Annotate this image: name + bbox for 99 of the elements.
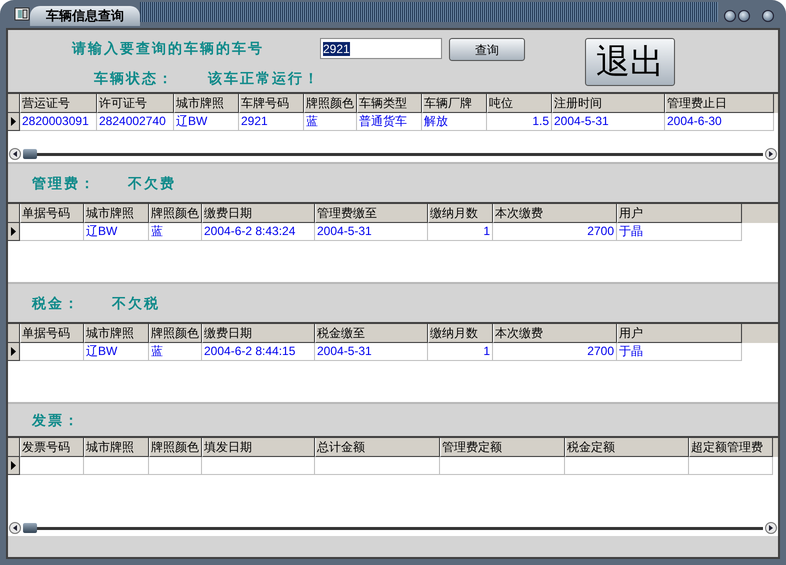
status-value: 该车正常运行！	[208, 69, 320, 88]
table-cell: 辽BW	[84, 343, 149, 361]
current-row-icon	[11, 227, 16, 236]
table-cell: 2004-5-31	[315, 223, 428, 241]
table-cell: 2004-5-31	[552, 113, 665, 131]
scroll-right-button[interactable]	[765, 522, 777, 534]
column-header[interactable]: 单据号码	[20, 204, 84, 223]
plate-number-field[interactable]: 2921	[320, 38, 442, 59]
column-header[interactable]: 管理费定额	[440, 438, 565, 457]
table-cell: 辽BW	[84, 223, 149, 241]
current-row-icon	[11, 347, 16, 356]
query-button[interactable]: 查询	[449, 38, 525, 61]
row-indicator[interactable]	[8, 113, 20, 131]
table-cell: 蓝	[149, 223, 202, 241]
close-button[interactable]	[762, 10, 774, 22]
minimize-button[interactable]	[724, 10, 736, 22]
scroll-thumb[interactable]	[23, 522, 37, 532]
column-header[interactable]: 本次缴费	[493, 324, 617, 343]
table-cell: 普通货车	[357, 113, 422, 131]
table-cell: 1	[428, 343, 493, 361]
current-row-icon	[11, 117, 16, 126]
table-cell	[20, 223, 84, 241]
column-header[interactable]: 牌照颜色	[304, 94, 357, 113]
column-header[interactable]: 吨位	[487, 94, 552, 113]
column-header[interactable]: 用户	[617, 204, 742, 223]
section-status: 不欠税	[112, 294, 160, 312]
column-header[interactable]: 缴纳月数	[428, 204, 493, 223]
column-header[interactable]: 营运证号	[20, 94, 97, 113]
status-label: 车辆状态：	[94, 69, 174, 88]
table-cell: 2004-5-31	[315, 343, 428, 361]
table-cell: 2700	[493, 343, 617, 361]
column-header[interactable]: 牌照颜色	[149, 438, 202, 457]
table-cell: 2700	[493, 223, 617, 241]
table-cell: 2004-6-30	[665, 113, 774, 131]
scroll-thumb[interactable]	[23, 148, 37, 158]
column-header[interactable]: 用户	[617, 324, 742, 343]
column-header[interactable]: 缴纳月数	[428, 324, 493, 343]
section-heading: 管理费：	[32, 174, 96, 192]
scroll-left-button[interactable]	[9, 148, 21, 160]
column-header[interactable]: 税金缴至	[315, 324, 428, 343]
table-cell: 解放	[422, 113, 487, 131]
horizontal-scrollbar[interactable]	[8, 521, 778, 535]
column-header[interactable]: 城市牌照	[84, 438, 149, 457]
row-indicator[interactable]	[8, 343, 20, 361]
column-header[interactable]: 车牌号码	[239, 94, 304, 113]
table-cell	[20, 457, 84, 475]
maximize-button[interactable]	[738, 10, 750, 22]
section-heading: 发票：	[32, 410, 80, 430]
column-header[interactable]: 车辆类型	[357, 94, 422, 113]
right-arrow-icon	[769, 525, 773, 531]
horizontal-scrollbar[interactable]	[8, 147, 778, 161]
column-header[interactable]: 缴费日期	[202, 204, 315, 223]
table-cell: 2921	[239, 113, 304, 131]
column-header[interactable]: 单据号码	[20, 324, 84, 343]
table-cell: 2004-6-2 8:44:15	[202, 343, 315, 361]
table-cell: 于晶	[617, 343, 742, 361]
table-cell	[20, 343, 84, 361]
table-cell	[149, 457, 202, 475]
table-cell: 蓝	[304, 113, 357, 131]
table-cell: 1.5	[487, 113, 552, 131]
column-header[interactable]: 本次缴费	[493, 204, 617, 223]
current-row-icon	[11, 461, 16, 470]
column-header[interactable]: 管理费止日	[665, 94, 774, 113]
column-header[interactable]: 管理费缴至	[315, 204, 428, 223]
left-arrow-icon	[13, 151, 17, 157]
column-header[interactable]: 超定额管理费	[689, 438, 773, 457]
exit-button[interactable]: 退出	[585, 38, 675, 86]
column-header[interactable]: 城市牌照	[84, 324, 149, 343]
app-icon	[14, 6, 30, 22]
prompt-label: 请输入要查询的车辆的车号	[72, 39, 264, 58]
column-header[interactable]: 税金定额	[565, 438, 689, 457]
table-cell: 1	[428, 223, 493, 241]
column-header[interactable]: 车辆厂牌	[422, 94, 487, 113]
right-arrow-icon	[769, 151, 773, 157]
column-header[interactable]: 发票号码	[20, 438, 84, 457]
scroll-left-button[interactable]	[9, 522, 21, 534]
column-header[interactable]: 许可证号	[97, 94, 174, 113]
table-cell: 2004-6-2 8:43:24	[202, 223, 315, 241]
column-header[interactable]: 城市牌照	[84, 204, 149, 223]
table-cell: 辽BW	[174, 113, 239, 131]
column-header[interactable]: 牌照颜色	[149, 204, 202, 223]
table-cell: 2820003091	[20, 113, 97, 131]
scroll-right-button[interactable]	[765, 148, 777, 160]
table-cell: 2824002740	[97, 113, 174, 131]
column-header[interactable]: 填发日期	[202, 438, 315, 457]
left-arrow-icon	[13, 525, 17, 531]
section-heading: 税金：	[32, 294, 80, 312]
section-status: 不欠费	[128, 174, 176, 192]
column-header[interactable]: 总计金额	[315, 438, 440, 457]
column-header[interactable]: 城市牌照	[174, 94, 239, 113]
column-header[interactable]: 缴费日期	[202, 324, 315, 343]
window-title: 车辆信息查询	[30, 6, 140, 26]
column-header[interactable]: 注册时间	[552, 94, 665, 113]
table-cell: 蓝	[149, 343, 202, 361]
row-indicator[interactable]	[8, 457, 20, 475]
table-cell	[84, 457, 149, 475]
row-indicator[interactable]	[8, 223, 20, 241]
column-header[interactable]: 牌照颜色	[149, 324, 202, 343]
table-cell: 于晶	[617, 223, 742, 241]
